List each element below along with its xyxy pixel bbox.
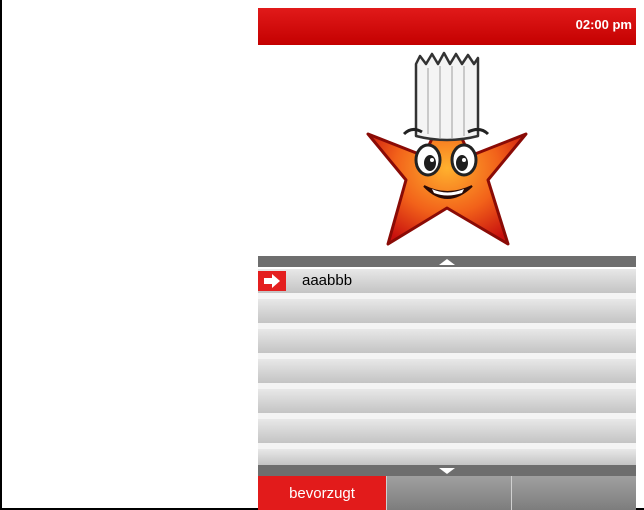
list-item-selected[interactable]: aaabbb [258, 269, 636, 293]
triangle-up-icon [439, 258, 455, 265]
tab-2[interactable] [386, 476, 511, 510]
status-bar: 02:00 pm [258, 8, 636, 45]
scroll-down-button[interactable] [258, 465, 636, 476]
list-item[interactable] [258, 419, 636, 443]
list-item[interactable] [258, 389, 636, 413]
list-item[interactable] [258, 359, 636, 383]
arrow-right-icon [258, 271, 286, 291]
tab-3[interactable] [511, 476, 636, 510]
scroll-up-button[interactable] [258, 256, 636, 267]
entry-list: aaabbb [258, 267, 636, 465]
window-left-border [0, 0, 2, 510]
triangle-down-icon [439, 467, 455, 474]
clock: 02:00 pm [575, 17, 632, 32]
list-item-label: aaabbb [302, 272, 353, 289]
tab-bevorzugt[interactable]: bevorzugt [258, 476, 386, 510]
list-item[interactable] [258, 449, 636, 465]
list-item[interactable] [258, 299, 636, 323]
bottom-tab-bar: bevorzugt [258, 476, 636, 510]
device-screen: 02:00 pm aaabbb bevorzugt [258, 8, 636, 510]
list-item[interactable] [258, 329, 636, 353]
chef-star-mascot-icon [366, 51, 528, 246]
